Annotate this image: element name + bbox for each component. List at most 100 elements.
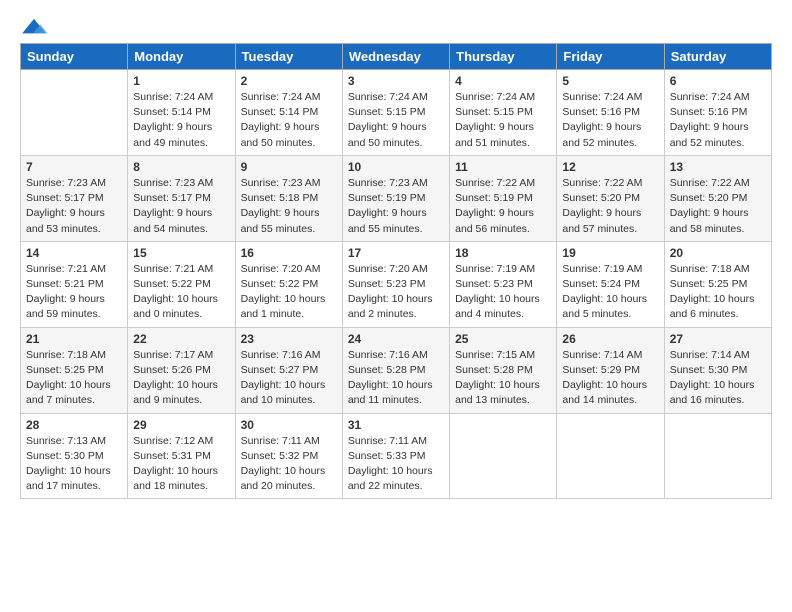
day-number: 23 <box>241 332 337 346</box>
page-header <box>20 16 772 37</box>
day-info: Sunrise: 7:18 AM Sunset: 5:25 PM Daylight:… <box>26 348 122 409</box>
day-number: 29 <box>133 418 229 432</box>
day-number: 2 <box>241 74 337 88</box>
day-info-line: Sunrise: 7:23 AM <box>241 177 321 189</box>
day-header-thursday: Thursday <box>450 44 557 70</box>
calendar-cell: 9Sunrise: 7:23 AMSunset: 5:18 PMDaylight… <box>235 155 342 241</box>
calendar-cell: 27Sunrise: 7:14 AMSunset: 5:30 PMDayligh… <box>664 327 771 413</box>
day-info-line: Daylight: 10 hours <box>133 293 218 305</box>
calendar-cell: 22Sunrise: 7:17 AMSunset: 5:26 PMDayligh… <box>128 327 235 413</box>
day-info-line: Sunset: 5:24 PM <box>562 278 640 290</box>
day-header-friday: Friday <box>557 44 664 70</box>
day-info-line: Sunset: 5:26 PM <box>133 364 211 376</box>
day-info-line: and 56 minutes. <box>455 223 530 235</box>
day-info: Sunrise: 7:12 AMSunset: 5:31 PMDaylight:… <box>133 434 229 495</box>
day-info-line: Sunset: 5:29 PM <box>562 364 640 376</box>
day-number: 17 <box>348 246 444 260</box>
day-info-line: Sunrise: 7:18 AM <box>26 349 106 361</box>
day-number: 11 <box>455 160 551 174</box>
calendar-header-row: SundayMondayTuesdayWednesdayThursdayFrid… <box>21 44 772 70</box>
day-info: Sunrise: 7:24 AMSunset: 5:15 PMDaylight:… <box>348 90 444 151</box>
day-info-line: Daylight: 10 hours <box>26 465 111 477</box>
day-info-line: Sunset: 5:25 PM <box>670 278 748 290</box>
day-info-line: Sunrise: 7:19 AM <box>562 263 642 275</box>
day-info: Sunrise: 7:19 AMSunset: 5:23 PMDaylight:… <box>455 262 551 323</box>
day-info-line: Daylight: 9 hours <box>241 207 320 219</box>
day-info-line: and 0 minutes. <box>133 308 202 320</box>
day-info-line: Sunset: 5:14 PM <box>241 106 319 118</box>
day-info: Sunrise: 7:23 AMSunset: 5:18 PMDaylight:… <box>241 176 337 237</box>
day-info-line: Daylight: 9 hours <box>670 121 749 133</box>
day-info-line: and 22 minutes. <box>348 480 423 492</box>
day-header-saturday: Saturday <box>664 44 771 70</box>
day-info: Sunrise: 7:19 AMSunset: 5:24 PMDaylight:… <box>562 262 658 323</box>
calendar-cell: 30Sunrise: 7:11 AMSunset: 5:32 PMDayligh… <box>235 413 342 499</box>
day-info-line: Sunset: 5:19 PM <box>455 192 533 204</box>
day-info-line: and 1 minute. <box>241 308 305 320</box>
day-info-line: Sunset: 5:16 PM <box>562 106 640 118</box>
calendar-cell: 3Sunrise: 7:24 AMSunset: 5:15 PMDaylight… <box>342 70 449 156</box>
day-info-line: and 52 minutes. <box>670 137 745 149</box>
calendar-cell: 23 Sunrise: 7:16 AMSunset: 5:27 PMDayligh… <box>235 327 342 413</box>
day-info-line: Sunset: 5:23 PM <box>455 278 533 290</box>
day-info-line: Daylight: 10 hours <box>348 465 433 477</box>
logo-icon <box>20 17 48 37</box>
calendar-cell <box>664 413 771 499</box>
day-number: 15 <box>133 246 229 260</box>
day-number: 16 <box>241 246 337 260</box>
day-info-line: Sunset: 5:15 PM <box>348 106 426 118</box>
day-info-line: Daylight: 10 hours <box>562 379 647 391</box>
day-info: Sunrise: 7:23 AMSunset: 5:17 PMDaylight:… <box>26 176 122 237</box>
day-info-line: and 57 minutes. <box>562 223 637 235</box>
day-number: 7 <box>26 160 122 174</box>
day-info-line: Sunrise: 7:16 AM <box>241 349 321 361</box>
day-info-line: and 13 minutes. <box>455 394 530 406</box>
calendar-cell: 4Sunrise: 7:24 AMSunset: 5:15 PMDaylight… <box>450 70 557 156</box>
day-number: 13 <box>670 160 766 174</box>
day-info-line: Sunrise: 7:21 AM <box>26 263 106 275</box>
day-info-line: Sunrise: 7:17 AM <box>133 349 213 361</box>
day-info-line: Sunset: 5:22 PM <box>241 278 319 290</box>
calendar-cell: 31Sunrise: 7:11 AMSunset: 5:33 PMDayligh… <box>342 413 449 499</box>
day-info-line: Sunrise: 7:13 AM <box>26 435 106 447</box>
day-info-line: Daylight: 10 hours <box>26 379 111 391</box>
day-info-line: and 2 minutes. <box>348 308 417 320</box>
day-info-line: Sunrise: 7:24 AM <box>241 91 321 103</box>
day-info: Sunrise: 7:16 AMSunset: 5:27 PMDaylight:… <box>241 348 337 409</box>
day-number: 1 <box>133 74 229 88</box>
day-info-line: Daylight: 9 hours <box>348 121 427 133</box>
day-number: 24 <box>348 332 444 346</box>
calendar-cell: 19Sunrise: 7:19 AMSunset: 5:24 PMDayligh… <box>557 241 664 327</box>
day-info-line: and 20 minutes. <box>241 480 316 492</box>
day-number: 26 <box>562 332 658 346</box>
day-number: 22 <box>133 332 229 346</box>
day-info-line: Daylight: 9 hours <box>133 207 212 219</box>
calendar-cell: 2 Sunrise: 7:24 AM Sunset: 5:14 PM Daylight… <box>235 70 342 156</box>
day-info-line: Sunset: 5:25 PM <box>26 364 104 376</box>
day-number: 14 <box>26 246 122 260</box>
day-info-line: and 50 minutes. <box>241 137 316 149</box>
day-info-line: and 16 minutes. <box>670 394 745 406</box>
day-info-line: Daylight: 10 hours <box>670 293 755 305</box>
calendar-week-4: 21Sunrise: 7:18 AMSunset: 5:25 PMDayligh… <box>21 327 772 413</box>
day-info: Sunrise: 7:23 AMSunset: 5:17 PMDaylight:… <box>133 176 229 237</box>
day-info: Sunrise: 7:24 AMSunset: 5:15 PMDaylight:… <box>455 90 551 151</box>
day-info-line: Sunset: 5:17 PM <box>26 192 104 204</box>
day-number: 28 <box>26 418 122 432</box>
day-info-line: Daylight: 10 hours <box>455 293 540 305</box>
day-info: Sunrise: 7:20 AMSunset: 5:23 PMDaylight:… <box>348 262 444 323</box>
day-number: 25 <box>455 332 551 346</box>
day-info-line: Daylight: 10 hours <box>348 379 433 391</box>
day-info-line: Daylight: 9 hours <box>241 121 320 133</box>
day-info-line: Sunrise: 7:24 AM <box>455 91 535 103</box>
calendar-cell: 25Sunrise: 7:15 AMSunset: 5:28 PMDayligh… <box>450 327 557 413</box>
day-info-line: Daylight: 10 hours <box>241 465 326 477</box>
day-info-line: and 18 minutes. <box>133 480 208 492</box>
day-info-line: and 52 minutes. <box>562 137 637 149</box>
day-info-line: Sunset: 5:17 PM <box>133 192 211 204</box>
day-info-line: Sunrise: 7:24 AM <box>133 91 213 103</box>
day-info-line: Sunrise: 7:11 AM <box>241 435 320 447</box>
day-info: Sunrise: 7:22 AMSunset: 5:19 PMDaylight:… <box>455 176 551 237</box>
day-info: Sunrise: 7:22 AMSunset: 5:20 PMDaylight:… <box>562 176 658 237</box>
calendar-cell: 5Sunrise: 7:24 AMSunset: 5:16 PMDaylight… <box>557 70 664 156</box>
